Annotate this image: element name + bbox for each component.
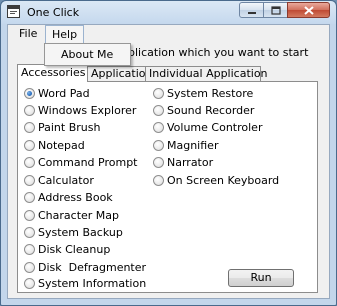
- main-window: One Click File Help About Me plication w…: [0, 0, 337, 306]
- option-label: On Screen Keyboard: [167, 174, 280, 187]
- option-label: Sound Recorder: [167, 104, 255, 117]
- menu-help[interactable]: Help: [45, 25, 85, 43]
- app-window-icon: [7, 5, 20, 18]
- client-area: File Help About Me plication which you w…: [7, 24, 330, 299]
- option-label: Notepad: [38, 139, 85, 152]
- maximize-icon: [271, 6, 281, 15]
- option-label: Windows Explorer: [38, 104, 137, 117]
- accessories-panel: Word Pad Windows Explorer Paint Brush No…: [17, 81, 318, 293]
- title-bar[interactable]: One Click: [1, 1, 336, 24]
- option-label: Volume Controler: [167, 121, 263, 134]
- option-label: Disk Cleanup: [38, 243, 111, 256]
- caption-buttons: [239, 2, 330, 19]
- option-label: Disk Defragmenter: [38, 261, 147, 274]
- option-label: Narrator: [167, 156, 214, 169]
- run-button[interactable]: Run: [228, 269, 294, 287]
- option-label: Paint Brush: [38, 121, 101, 134]
- instruction-text: plication which you want to start: [128, 46, 309, 59]
- tab-application[interactable]: Application: [87, 66, 152, 81]
- option-label: System Information: [38, 277, 147, 290]
- help-dropdown: About Me: [44, 43, 131, 66]
- window-title: One Click: [27, 6, 80, 19]
- tab-accessories[interactable]: Accessories: [17, 64, 88, 82]
- menu-item-about-me[interactable]: About Me: [61, 48, 113, 61]
- minimize-icon: [248, 12, 256, 14]
- close-icon: [304, 6, 314, 15]
- option-label: Calculator: [38, 174, 94, 187]
- option-label: Command Prompt: [38, 156, 138, 169]
- option-label: Magnifier: [167, 139, 219, 152]
- option-label: Character Map: [38, 209, 120, 222]
- option-label: System Backup: [38, 226, 123, 239]
- menu-file[interactable]: File: [13, 25, 43, 44]
- minimize-button[interactable]: [239, 2, 264, 18]
- option-label: Address Book: [38, 191, 113, 204]
- option-label: Word Pad: [38, 87, 90, 100]
- tab-individual-application[interactable]: Individual Application: [145, 66, 268, 81]
- option-label: System Restore: [167, 87, 254, 100]
- close-button[interactable]: [287, 2, 330, 18]
- menu-bar: File Help: [8, 25, 329, 44]
- maximize-button[interactable]: [263, 2, 288, 18]
